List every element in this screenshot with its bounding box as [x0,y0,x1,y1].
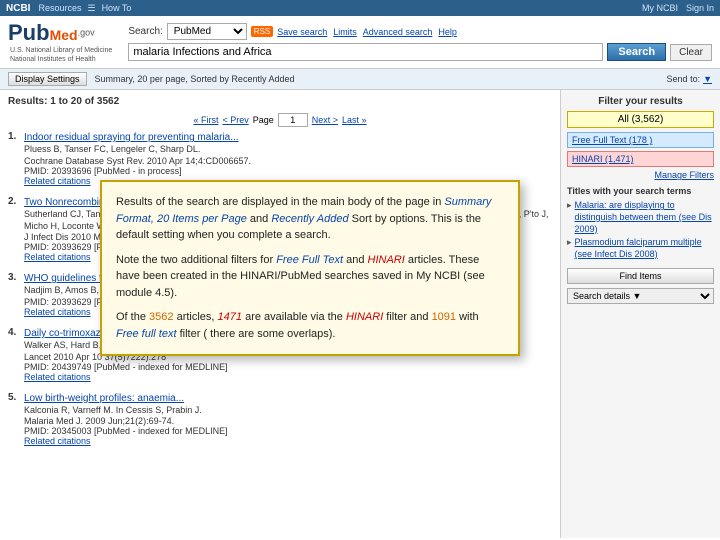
article-pmid: PMID: 20439749 [PubMed - indexed for MED… [24,362,552,372]
article-title[interactable]: Indoor residual spraying for preventing … [24,131,552,144]
article-links: Related citations [24,436,552,446]
overlay-para1: Results of the search are displayed in t… [116,194,504,244]
search-term-item: ▸ Plasmodium falciparum multiple (see In… [567,236,714,261]
search-links: Save search Limits Advanced search Help [277,27,457,37]
search-term-link[interactable]: Malaria: are displaying to distinguish b… [575,200,714,235]
search-row2: Search Clear [128,43,712,61]
article-number: 2. [8,196,20,262]
pagination-row: « First < Prev Page Next > Last » [8,113,552,127]
right-bottom: Find Items Search details ▼ [567,268,714,304]
logo-gov: .gov [78,27,95,37]
toolbar-row: Display Settings Summary, 20 per page, S… [0,69,720,90]
top-bar-links: Resources ☰ How To [38,3,131,14]
hinari-filter[interactable]: HINARI (1,471) [567,151,714,167]
rss-icon[interactable]: RSS [251,26,273,37]
article-authors: Pluess B, Tanser FC, Lengeler C, Sharp D… [24,144,552,156]
list-item: 1. Indoor residual spraying for preventi… [8,131,552,186]
article-number: 3. [8,272,20,317]
logo-pub: Pub [8,20,50,45]
header: PubMed.gov U.S. National Library of Medi… [0,16,720,69]
overlay-hinari-count: 1471 [218,311,242,323]
article-content: Low birth-weight profiles: anaemia... Ka… [24,392,552,447]
filter-header: Filter your results [567,96,714,107]
sign-in-link[interactable]: Sign In [686,3,714,13]
prev-page-link[interactable]: < Prev [222,115,248,125]
logo-med: Med [50,27,78,43]
related-citations-link[interactable]: Related citations [24,372,91,382]
free-full-text-filter[interactable]: Free Full Text (178 ) [567,132,714,148]
search-input[interactable] [128,43,603,61]
next-page-link[interactable]: Next > [312,115,338,125]
first-page-link[interactable]: « First [193,115,218,125]
top-bar: NCBI Resources ☰ How To My NCBI Sign In [0,0,720,16]
article-source: Malaria Med J. 2009 Jun;21(2):69-74. [24,416,552,426]
article-pmid: PMID: 20393696 [PubMed - in process] [24,166,552,176]
overlay-popup: Results of the search are displayed in t… [100,180,520,356]
toolbar-summary-info: Summary, 20 per page, Sorted by Recently… [95,74,659,84]
limits-link[interactable]: Limits [333,27,357,37]
display-settings-button[interactable]: Display Settings [8,72,87,86]
save-search-link[interactable]: Save search [277,27,327,37]
top-bar-right: My NCBI Sign In [642,3,714,13]
menu-icon: ☰ [87,3,95,14]
overlay-highlight-recently: Recently Added [271,213,348,225]
send-to-label: Send to: [667,74,701,84]
list-item: 5. Low birth-weight profiles: anaemia...… [8,392,552,447]
filter-all[interactable]: All (3,562) [567,111,714,128]
manage-filters-link[interactable]: Manage Filters [567,170,714,180]
pubmed-logo: PubMed.gov U.S. National Library of Medi… [8,20,112,64]
related-citations-link[interactable]: Related citations [24,252,91,262]
search-label: Search: [128,26,162,37]
advanced-search-link[interactable]: Advanced search [363,27,433,37]
find-items-button[interactable]: Find Items [567,268,714,284]
article-number: 4. [8,327,20,382]
article-source: Cochrane Database Syst Rev. 2010 Apr 14;… [24,156,552,166]
right-panel: Filter your results All (3,562) Free Ful… [560,90,720,538]
page-label: Page [253,115,274,125]
howto-link[interactable]: How To [102,3,132,14]
send-to: Send to: ▼ [667,74,712,84]
article-pmid: PMID: 20345003 [PubMed - indexed for MED… [24,426,552,436]
logo-subtitle: U.S. National Library of Medicine Nation… [10,46,112,64]
help-link[interactable]: Help [438,27,457,37]
overlay-free-label: Free full text [116,328,177,340]
search-bar-container: Search: PubMed RSS Save search Limits Ad… [128,23,712,61]
search-term-link[interactable]: Plasmodium falciparum multiple (see Infe… [575,237,714,260]
overlay-highlight-hinari: HINARI [368,254,405,266]
overlay-hinari-label: HINARI [346,311,383,323]
article-authors: Kalconia R, Varneff M. In Cessis S, Prab… [24,405,552,417]
titles-matching-header: Titles with your search terms [567,186,714,196]
last-page-link[interactable]: Last » [342,115,367,125]
send-to-link[interactable]: ▼ [703,74,712,84]
search-button[interactable]: Search [607,43,666,61]
related-citations-link[interactable]: Related citations [24,176,91,186]
clear-button[interactable]: Clear [670,44,712,61]
article-number: 5. [8,392,20,447]
article-title[interactable]: Low birth-weight profiles: anaemia... [24,392,552,405]
overlay-para3: Of the 3562 articles, 1471 are available… [116,309,504,342]
related-citations-link[interactable]: Related citations [24,307,91,317]
search-select[interactable]: PubMed [167,23,247,40]
overlay-total-count: 3562 [149,311,173,323]
my-ncbi-link[interactable]: My NCBI [642,3,678,13]
ncbi-logo: NCBI [6,3,30,14]
overlay-para2: Note the two additional filters for Free… [116,252,504,302]
page-input[interactable] [278,113,308,127]
article-number: 1. [8,131,20,186]
results-header: Results: 1 to 20 of 3562 [8,96,552,107]
article-links: Related citations [24,372,552,382]
search-details-select[interactable]: Search details ▼ [567,288,714,304]
search-row1: Search: PubMed RSS Save search Limits Ad… [128,23,712,40]
overlay-free-count: 1091 [432,311,456,323]
overlay-highlight-fft: Free Full Text [276,254,343,266]
resources-link[interactable]: Resources [38,3,81,14]
article-content: Indoor residual spraying for preventing … [24,131,552,186]
search-term-item: ▸ Malaria: are displaying to distinguish… [567,199,714,236]
related-citations-link[interactable]: Related citations [24,436,91,446]
